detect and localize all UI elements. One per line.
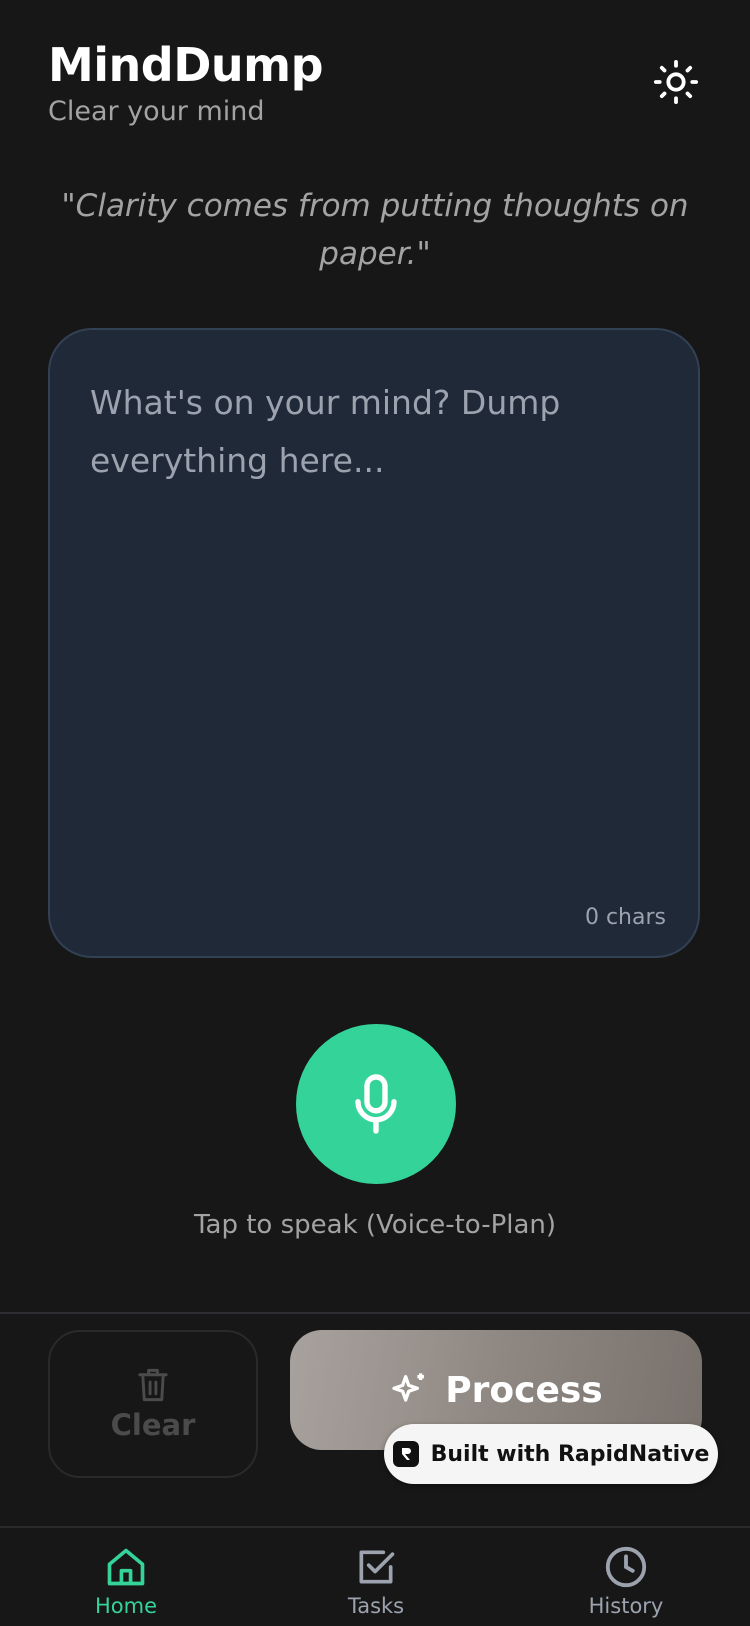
home-icon [107,1548,145,1586]
sparkles-icon [392,1373,425,1402]
app-header: MindDump Clear your mind [48,38,324,127]
tab-home[interactable]: Home [46,1528,206,1626]
checkbox-icon [359,1550,395,1584]
tab-tasks[interactable]: Tasks [296,1528,456,1626]
thought-editor: 0 chars [48,328,700,958]
built-with-label: Built with RapidNative [430,1441,710,1467]
char-count: 0 chars [584,905,666,930]
rapidnative-logo-icon [392,1441,419,1467]
tab-history[interactable]: History [546,1528,706,1626]
voice-record-button[interactable] [296,1024,456,1184]
clear-button-label: Clear [110,1408,196,1442]
sun-icon [653,59,699,105]
theme-toggle-button[interactable] [652,58,700,106]
action-divider [0,1312,750,1314]
bottom-tab-bar: Home Tasks History [0,1526,750,1626]
trash-icon [138,1368,168,1402]
tab-home-label: Home [94,1594,157,1618]
tab-tasks-label: Tasks [347,1594,405,1618]
voice-caption: Tap to speak (Voice-to-Plan) [193,1210,557,1240]
tab-history-label: History [588,1594,664,1618]
built-with-badge[interactable]: Built with RapidNative [384,1424,718,1484]
clock-icon [605,1546,647,1588]
app-title: MindDump [48,38,324,92]
inspirational-quote: "Clarity comes from putting thoughts on … [61,188,689,272]
app-subtitle: Clear your mind [48,96,265,127]
microphone-icon [355,1074,397,1134]
thought-input[interactable] [90,374,660,874]
clear-button[interactable]: Clear [48,1330,258,1478]
process-button-label: Process [445,1369,603,1411]
